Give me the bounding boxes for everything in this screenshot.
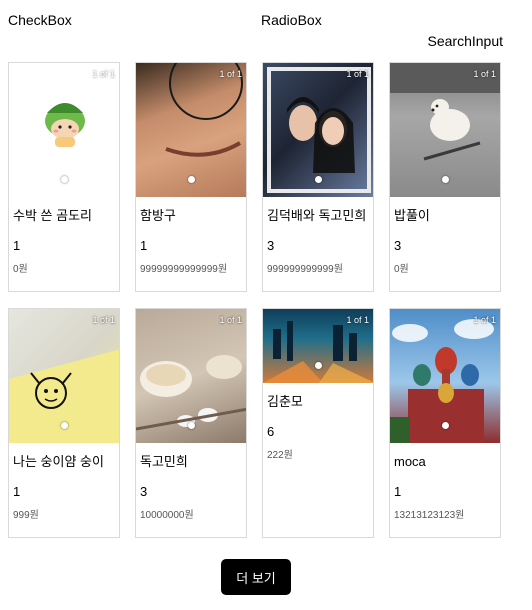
product-title: 밥풀이 bbox=[394, 208, 430, 223]
carousel-dot[interactable] bbox=[442, 422, 449, 429]
product-price: 99999999999999원 bbox=[140, 264, 228, 275]
image-counter: 1 of 1 bbox=[92, 69, 115, 79]
product-title: 나는 숭이얌 숭이 bbox=[13, 454, 104, 469]
product-quantity: 1 bbox=[394, 484, 402, 499]
search-input-label[interactable]: SearchInput bbox=[428, 33, 504, 49]
product-image-carousel[interactable]: 1 of 1 bbox=[136, 63, 246, 197]
product-quantity: 3 bbox=[394, 238, 402, 253]
carousel-dot[interactable] bbox=[442, 176, 449, 183]
carousel-dot[interactable] bbox=[188, 176, 195, 183]
product-quantity: 1 bbox=[13, 484, 21, 499]
product-grid: 1 of 1 수박 쓴 곰도리 1 0원 1 of 1 함방구 1 999999… bbox=[8, 62, 502, 538]
product-title: 김춘모 bbox=[267, 394, 303, 409]
product-image-carousel[interactable]: 1 of 1 bbox=[9, 63, 119, 197]
product-quantity: 6 bbox=[267, 424, 275, 439]
product-card[interactable]: 1 of 1 독고민희 3 10000000원 bbox=[135, 308, 247, 538]
product-price: 10000000원 bbox=[140, 510, 194, 521]
product-price: 222원 bbox=[267, 450, 293, 461]
product-price: 999999999999원 bbox=[267, 264, 343, 275]
product-title: 함방구 bbox=[140, 208, 176, 223]
product-price: 0원 bbox=[394, 264, 409, 275]
product-card[interactable]: 1 of 1 수박 쓴 곰도리 1 0원 bbox=[8, 62, 120, 292]
product-image-carousel[interactable]: 1 of 1 bbox=[390, 63, 500, 197]
product-price: 0원 bbox=[13, 264, 28, 275]
product-card[interactable]: 1 of 1 밥풀이 3 0원 bbox=[389, 62, 501, 292]
carousel-dot[interactable] bbox=[315, 362, 322, 369]
product-quantity: 1 bbox=[13, 238, 21, 253]
image-counter: 1 of 1 bbox=[219, 69, 242, 79]
product-quantity: 1 bbox=[140, 238, 148, 253]
product-title: 김덕배와 독고민희 bbox=[267, 208, 367, 223]
checkbox-filter-label[interactable]: CheckBox bbox=[8, 12, 72, 28]
product-title: 독고민희 bbox=[140, 454, 188, 469]
product-price: 13213123123원 bbox=[394, 510, 465, 521]
product-title: 수박 쓴 곰도리 bbox=[13, 208, 92, 223]
product-card[interactable]: 1 of 1 김춘모 6 222원 bbox=[262, 308, 374, 538]
carousel-dot[interactable] bbox=[61, 422, 68, 429]
product-image-carousel[interactable]: 1 of 1 bbox=[390, 309, 500, 443]
product-image-carousel[interactable]: 1 of 1 bbox=[9, 309, 119, 443]
image-counter: 1 of 1 bbox=[219, 315, 242, 325]
image-counter: 1 of 1 bbox=[92, 315, 115, 325]
product-quantity: 3 bbox=[267, 238, 275, 253]
image-counter: 1 of 1 bbox=[346, 315, 369, 325]
carousel-dot[interactable] bbox=[188, 422, 195, 429]
product-quantity: 3 bbox=[140, 484, 148, 499]
carousel-dot[interactable] bbox=[61, 176, 68, 183]
product-title: moca bbox=[394, 454, 426, 469]
product-image-carousel[interactable]: 1 of 1 bbox=[263, 309, 373, 383]
image-counter: 1 of 1 bbox=[346, 69, 369, 79]
product-card[interactable]: 1 of 1 moca 1 13213123123원 bbox=[389, 308, 501, 538]
product-card[interactable]: 1 of 1 함방구 1 99999999999999원 bbox=[135, 62, 247, 292]
radiobox-filter-label[interactable]: RadioBox bbox=[261, 12, 322, 28]
load-more-button[interactable]: 더 보기 bbox=[221, 559, 291, 595]
product-image-carousel[interactable]: 1 of 1 bbox=[136, 309, 246, 443]
image-counter: 1 of 1 bbox=[473, 315, 496, 325]
product-card[interactable]: 1 of 1 김덕배와 독고민희 3 999999999999원 bbox=[262, 62, 374, 292]
product-card[interactable]: 1 of 1 나는 숭이얌 숭이 1 999원 bbox=[8, 308, 120, 538]
image-counter: 1 of 1 bbox=[473, 69, 496, 79]
product-price: 999원 bbox=[13, 510, 39, 521]
product-image-carousel[interactable]: 1 of 1 bbox=[263, 63, 373, 197]
carousel-dot[interactable] bbox=[315, 176, 322, 183]
